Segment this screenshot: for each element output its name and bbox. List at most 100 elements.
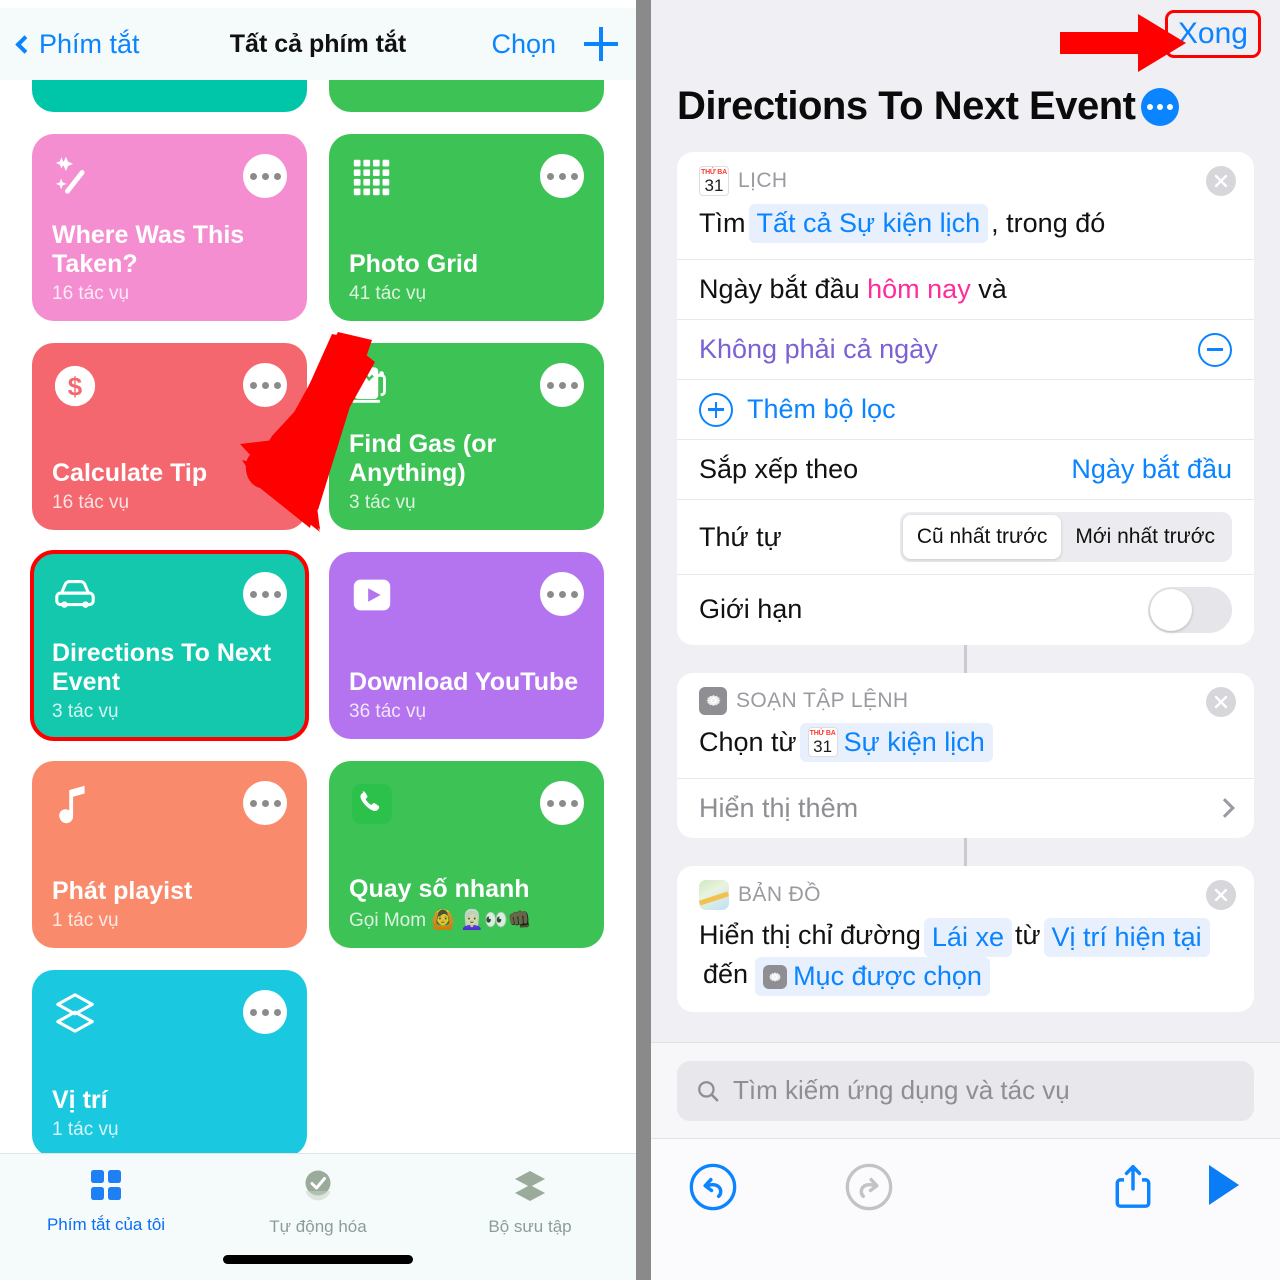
shortcut-card[interactable]: Photo Grid 41 tác vụ <box>329 134 604 321</box>
share-button[interactable] <box>1000 1161 1202 1213</box>
shortcut-card[interactable]: Directions To Next Event 3 tác vụ <box>30 550 309 741</box>
tab-label: Phím tắt của tôi <box>46 1215 166 1234</box>
shortcut-card-title: Vị trí <box>52 1086 108 1114</box>
search-icon <box>698 1080 719 1101</box>
shortcut-card[interactable]: Quay số nhanh Gọi Mom 🙆 👩🏻‍🦳👀👊🏿 <box>329 761 604 948</box>
home-indicator-left <box>223 1255 413 1264</box>
calendar-allday-row[interactable]: Không phải cả ngày <box>677 319 1254 379</box>
scripting-showmore-row[interactable]: Hiển thị thêm <box>677 777 1254 838</box>
dir-mode-token[interactable]: Lái xe <box>923 917 1012 958</box>
calendar-badge-icon: THỨ BA 31 <box>699 166 729 196</box>
tab-label: Tự động hóa <box>269 1217 367 1236</box>
add-filter-label: Thêm bộ lọc <box>747 394 896 425</box>
limit-toggle[interactable] <box>1148 586 1232 633</box>
calendar-order-row[interactable]: Thứ tự Cũ nhất trước Mới nhất trước <box>677 499 1254 573</box>
plus-circle-icon <box>699 392 733 427</box>
order-option-newest[interactable]: Mới nhất trước <box>1061 515 1229 558</box>
scripting-choose-row[interactable]: Chọn từ THỨ BA 31 Sự kiện lịch <box>677 719 1254 778</box>
calendar-limit-row[interactable]: Giới hạn <box>677 573 1254 645</box>
allday-label[interactable]: Không phải cả ngày <box>699 332 938 367</box>
chevron-left-icon <box>15 34 34 54</box>
calendar-sortby-row[interactable]: Sắp xếp theo Ngày bắt đầu <box>677 439 1254 499</box>
shortcut-more-button[interactable] <box>540 363 584 407</box>
grid-dots-icon <box>349 154 395 200</box>
add-shortcut-button[interactable] <box>584 27 618 61</box>
action-card-calendar[interactable]: THỨ BA 31 LỊCH Tìm Tất cả Sự kiện lịch , … <box>677 152 1254 645</box>
run-button[interactable] <box>1202 1161 1244 1209</box>
action-app-label: BẢN ĐỒ <box>738 882 821 906</box>
back-button[interactable]: Phím tắt <box>15 28 140 60</box>
calendar-find-row[interactable]: Tìm Tất cả Sự kiện lịch , trong đó <box>677 200 1254 259</box>
shortcut-card-subtitle: 1 tác vụ <box>52 910 119 931</box>
shortcut-card-title: Where Was This Taken? <box>52 221 245 278</box>
layers-icon <box>52 990 98 1036</box>
action-card-maps[interactable]: BẢN ĐỒ Hiển thị chỉ đường Lái xe từ Vị t… <box>677 865 1254 1013</box>
maps-directions-row[interactable]: Hiển thị chỉ đường Lái xe từ Vị trí hiện… <box>677 914 1254 1012</box>
calendar-startdate-row[interactable]: Ngày bắt đầu hôm nay và <box>677 259 1254 319</box>
dir-from-token[interactable]: Vị trí hiện tại <box>1043 917 1210 958</box>
shortcut-card[interactable]: Download YouTube 36 tác vụ <box>329 552 604 739</box>
panel-divider <box>636 0 651 1280</box>
remove-action-button-calendar[interactable] <box>1206 166 1236 196</box>
action-card-scripting[interactable]: SOẠN TẬP LỆNH Chọn từ THỨ BA 31 Sự kiện l… <box>677 672 1254 838</box>
shortcut-more-button[interactable] <box>243 572 287 616</box>
shortcut-card[interactable]: Vị trí 1 tác vụ <box>32 970 307 1153</box>
left-navigation-bar: Phím tắt Tất cả phím tắt Chọn <box>0 8 636 80</box>
action-search-bar[interactable]: Tìm kiếm ứng dụng và tác vụ <box>677 1060 1254 1121</box>
shortcut-options-icon[interactable] <box>1141 87 1180 126</box>
startdate-value[interactable]: hôm nay <box>867 272 971 307</box>
order-segmented-control[interactable]: Cũ nhất trước Mới nhất trước <box>899 512 1232 562</box>
phone-icon <box>349 781 395 827</box>
action-app-label: SOẠN TẬP LỆNH <box>736 688 909 712</box>
choose-token-label: Sự kiện lịch <box>843 726 985 757</box>
magic-wand-icon <box>52 154 98 200</box>
action-header-scripting: SOẠN TẬP LỆNH <box>677 673 1254 719</box>
tab-bộ-sưu-tập[interactable]: Bộ sưu tập <box>424 1168 636 1237</box>
shortcut-card-title: Photo Grid <box>349 250 479 278</box>
remove-action-button-scripting[interactable] <box>1206 686 1236 717</box>
limit-label: Giới hạn <box>699 594 803 625</box>
tab-label: Bộ sưu tập <box>488 1217 572 1236</box>
tab-phím-tắt-của-tôi[interactable]: Phím tắt của tôi <box>0 1168 212 1235</box>
remove-filter-icon[interactable] <box>1198 332 1232 367</box>
redo-icon <box>846 1163 893 1211</box>
editor-toolbar <box>651 1138 1280 1280</box>
show-more-label: Hiển thị thêm <box>699 792 859 823</box>
order-option-oldest[interactable]: Cũ nhất trước <box>902 515 1062 559</box>
find-prefix: Tìm <box>699 208 746 238</box>
shortcut-card-partial[interactable] <box>32 80 307 112</box>
shortcut-more-button[interactable] <box>540 154 584 198</box>
order-label: Thứ tự <box>699 521 782 552</box>
shortcut-more-button[interactable] <box>540 572 584 616</box>
shortcut-card[interactable]: Where Was This Taken? 16 tác vụ <box>32 134 307 321</box>
shortcut-more-button[interactable] <box>243 154 287 198</box>
dir-to-token[interactable]: Mục được chọn <box>755 957 990 997</box>
sortby-value[interactable]: Ngày bắt đầu <box>1071 452 1232 487</box>
choose-token[interactable]: THỨ BA 31 Sự kiện lịch <box>799 722 993 762</box>
shortcut-card[interactable]: Phát playist 1 tác vụ <box>32 761 307 948</box>
back-button-label: Phím tắt <box>39 28 140 59</box>
grid-squares-icon <box>89 1168 123 1207</box>
shortcut-editor-screen: Xong Directions To Next Event THỨ BA 31 L… <box>651 0 1280 1280</box>
actions-list[interactable]: THỨ BA 31 LỊCH Tìm Tất cả Sự kiện lịch , … <box>651 152 1280 1082</box>
gear-badge-icon <box>699 686 727 715</box>
calendar-addfilter-row[interactable]: Thêm bộ lọc <box>677 379 1254 439</box>
layers-icon <box>512 1168 548 1209</box>
shortcut-more-button[interactable] <box>243 990 287 1034</box>
dir-prefix: Hiển thị chỉ đường <box>699 919 921 950</box>
select-button[interactable]: Chọn <box>491 29 556 60</box>
remove-action-button-maps[interactable] <box>1206 879 1236 910</box>
dollar-icon: $ <box>52 363 98 409</box>
sortby-label: Sắp xếp theo <box>699 454 859 485</box>
tab-tự-động-hóa[interactable]: Tự động hóa <box>212 1168 424 1237</box>
shortcut-card-partial[interactable] <box>329 80 604 112</box>
shortcut-card-subtitle: Gọi Mom 🙆 👩🏻‍🦳👀👊🏿 <box>349 910 532 931</box>
shortcut-title: Directions To Next Event <box>677 84 1136 128</box>
shortcut-more-button[interactable] <box>243 781 287 825</box>
undo-button[interactable] <box>687 1161 843 1213</box>
find-token[interactable]: Tất cả Sự kiện lịch <box>748 204 989 244</box>
maps-badge-icon <box>699 879 729 910</box>
dir-to-token-label: Mục được chọn <box>793 961 982 992</box>
shortcut-more-button[interactable] <box>540 781 584 825</box>
shortcuts-scroll-area[interactable]: Where Was This Taken? 16 tác vụ Photo Grid… <box>0 80 636 1153</box>
